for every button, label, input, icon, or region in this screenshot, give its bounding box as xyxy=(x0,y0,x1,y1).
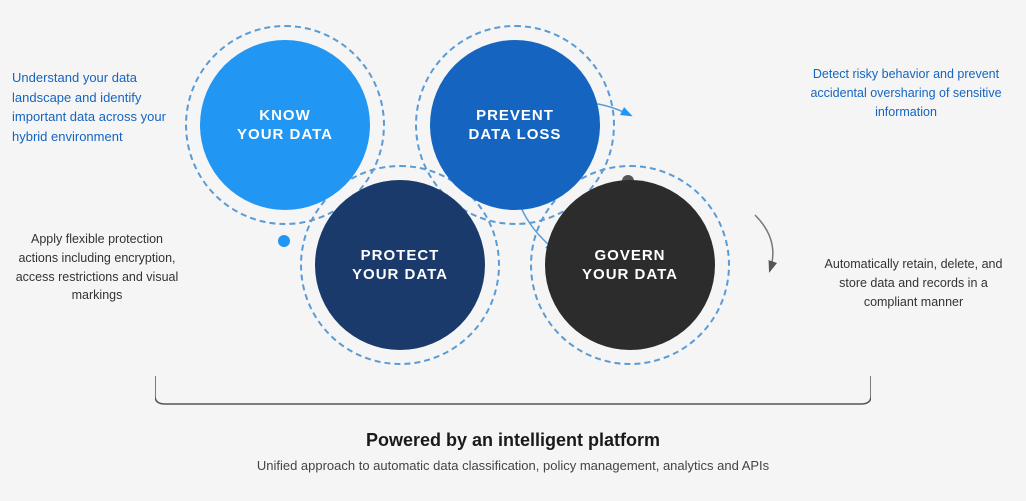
annotation-govern-text: Automatically retain, delete, and store … xyxy=(825,257,1003,309)
prevent-circle: PREVENT DATA LOSS xyxy=(430,40,600,210)
protect-circle: PROTECT YOUR DATA xyxy=(315,180,485,350)
circles-area: KNOW YOUR DATA PREVENT DATA LOSS PROTECT… xyxy=(150,20,850,400)
annotation-know-text: Understand your data landscape and ident… xyxy=(12,70,166,144)
prevent-line1: PREVENT xyxy=(469,106,562,126)
govern-circle: GOVERN YOUR DATA xyxy=(545,180,715,350)
main-container: Understand your data landscape and ident… xyxy=(0,0,1026,501)
govern-line2: YOUR DATA xyxy=(582,265,678,285)
platform-title-text: Powered by an intelligent platform xyxy=(366,430,660,450)
know-line1: KNOW xyxy=(237,106,333,126)
bracket-container xyxy=(155,376,871,406)
know-line2: YOUR DATA xyxy=(237,125,333,145)
protect-line2: YOUR DATA xyxy=(352,265,448,285)
know-circle: KNOW YOUR DATA xyxy=(200,40,370,210)
prevent-line2: DATA LOSS xyxy=(469,125,562,145)
protect-line1: PROTECT xyxy=(352,246,448,266)
platform-subtitle: Unified approach to automatic data class… xyxy=(0,458,1026,473)
dot-know xyxy=(278,235,290,247)
platform-subtitle-text: Unified approach to automatic data class… xyxy=(257,458,769,473)
platform-title: Powered by an intelligent platform xyxy=(0,430,1026,451)
govern-line1: GOVERN xyxy=(582,246,678,266)
